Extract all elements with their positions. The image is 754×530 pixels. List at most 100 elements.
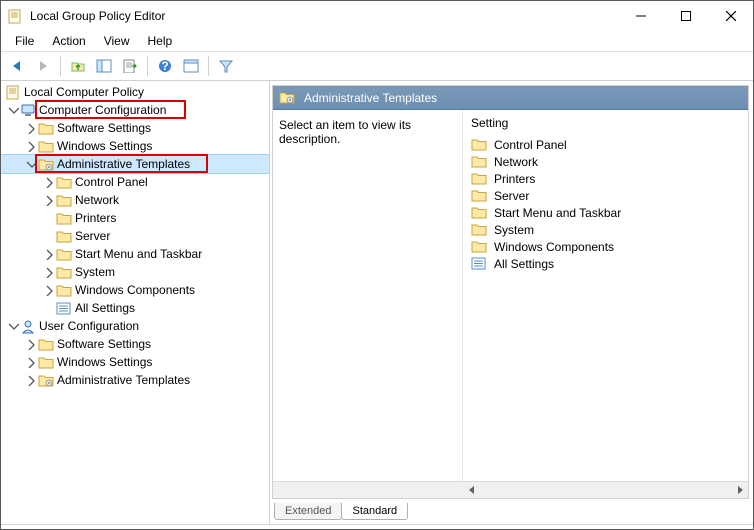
tree-label: Windows Components <box>75 283 195 297</box>
tree-label: Server <box>75 229 110 243</box>
forward-button[interactable] <box>31 54 55 78</box>
main-area: Local Computer Policy Computer Configura… <box>1 81 753 525</box>
back-button[interactable] <box>5 54 29 78</box>
show-hide-tree-button[interactable] <box>92 54 116 78</box>
folder-icon <box>56 175 72 189</box>
tree-uc-windows-settings[interactable]: Windows Settings <box>1 353 269 371</box>
tree-start-menu-taskbar[interactable]: Start Menu and Taskbar <box>1 245 269 263</box>
close-button[interactable] <box>708 2 753 31</box>
app-icon <box>7 9 23 23</box>
tree-label: Windows Settings <box>57 355 152 369</box>
expander-icon[interactable] <box>7 104 19 116</box>
properties-button[interactable] <box>179 54 203 78</box>
tree-label: System <box>75 265 115 279</box>
tree-system[interactable]: System <box>1 263 269 281</box>
list-item[interactable]: System <box>465 221 746 238</box>
tree-server[interactable]: Server <box>1 227 269 245</box>
window-title: Local Group Policy Editor <box>30 9 165 23</box>
tree-uc-software-settings[interactable]: Software Settings <box>1 335 269 353</box>
svg-text:?: ? <box>161 59 168 73</box>
up-button[interactable] <box>66 54 90 78</box>
tree-administrative-templates[interactable]: Administrative Templates <box>1 155 269 173</box>
content-title: Administrative Templates <box>304 91 437 105</box>
list-item[interactable]: Windows Components <box>465 238 746 255</box>
folder-icon <box>471 189 487 203</box>
list-icon <box>56 301 72 315</box>
description-column: Select an item to view its description. <box>273 110 463 481</box>
list-label: Windows Components <box>494 240 614 254</box>
settings-list[interactable]: Setting Control Panel Network Printers S… <box>463 110 748 481</box>
expander-icon[interactable] <box>25 374 37 386</box>
horizontal-scrollbar[interactable] <box>273 481 748 498</box>
expander-icon[interactable] <box>25 122 37 134</box>
tree-label: User Configuration <box>39 319 139 333</box>
maximize-button[interactable] <box>663 2 708 31</box>
expander-icon[interactable] <box>43 194 55 206</box>
tree-pane[interactable]: Local Computer Policy Computer Configura… <box>1 81 270 524</box>
tree-network[interactable]: Network <box>1 191 269 209</box>
expander-icon[interactable] <box>43 266 55 278</box>
expander-icon[interactable] <box>25 140 37 152</box>
folder-icon <box>38 121 54 135</box>
tab-standard[interactable]: Standard <box>341 503 408 520</box>
menubar: File Action View Help <box>1 31 753 51</box>
tab-extended[interactable]: Extended <box>274 503 342 520</box>
list-item[interactable]: Network <box>465 153 746 170</box>
description-text: Select an item to view its description. <box>279 118 456 146</box>
tree-label: Printers <box>75 211 116 225</box>
tree-label: Computer Configuration <box>39 103 166 117</box>
tree-label: Administrative Templates <box>57 157 190 171</box>
export-button[interactable] <box>118 54 142 78</box>
help-button[interactable]: ? <box>153 54 177 78</box>
expander-icon[interactable] <box>25 356 37 368</box>
user-icon <box>20 319 36 333</box>
right-pane: Administrative Templates Select an item … <box>270 81 753 524</box>
folder-icon <box>471 223 487 237</box>
expander-icon[interactable] <box>43 176 55 188</box>
minimize-button[interactable] <box>618 2 663 31</box>
titlebar: Local Group Policy Editor <box>1 1 753 31</box>
scroll-right-button[interactable] <box>731 482 748 499</box>
expander-icon[interactable] <box>7 320 19 332</box>
toolbar: ? <box>1 51 753 81</box>
tree-software-settings[interactable]: Software Settings <box>1 119 269 137</box>
expander-icon[interactable] <box>43 284 55 296</box>
tree-printers[interactable]: Printers <box>1 209 269 227</box>
tree-user-configuration[interactable]: User Configuration <box>1 317 269 335</box>
window-controls <box>618 2 753 31</box>
tree-all-settings[interactable]: All Settings <box>1 299 269 317</box>
toolbar-separator <box>208 56 209 76</box>
column-header-setting[interactable]: Setting <box>465 114 746 136</box>
folder-icon <box>56 193 72 207</box>
menu-help[interactable]: Help <box>140 32 181 50</box>
folder-icon <box>56 247 72 261</box>
list-label: All Settings <box>494 257 554 271</box>
list-label: Printers <box>494 172 535 186</box>
list-item[interactable]: Printers <box>465 170 746 187</box>
tree-control-panel[interactable]: Control Panel <box>1 173 269 191</box>
folder-icon <box>471 206 487 220</box>
tree-windows-components[interactable]: Windows Components <box>1 281 269 299</box>
list-item[interactable]: Start Menu and Taskbar <box>465 204 746 221</box>
list-item[interactable]: Server <box>465 187 746 204</box>
filter-button[interactable] <box>214 54 238 78</box>
menu-file[interactable]: File <box>7 32 42 50</box>
tree-computer-configuration[interactable]: Computer Configuration <box>1 101 269 119</box>
expander-icon[interactable] <box>43 248 55 260</box>
tree-root[interactable]: Local Computer Policy <box>1 83 269 101</box>
folder-icon <box>56 229 72 243</box>
list-item[interactable]: All Settings <box>465 255 746 272</box>
list-item[interactable]: Control Panel <box>465 136 746 153</box>
tree-label: Administrative Templates <box>57 373 190 387</box>
list-label: Network <box>494 155 538 169</box>
expander-icon[interactable] <box>25 338 37 350</box>
scroll-left-button[interactable] <box>463 482 480 499</box>
tree-uc-administrative-templates[interactable]: Administrative Templates <box>1 371 269 389</box>
folder-icon <box>471 155 487 169</box>
expander-icon[interactable] <box>25 158 37 170</box>
expander-placeholder <box>43 302 55 314</box>
menu-view[interactable]: View <box>96 32 138 50</box>
menu-action[interactable]: Action <box>44 32 93 50</box>
tree-label: Software Settings <box>57 337 151 351</box>
tree-windows-settings[interactable]: Windows Settings <box>1 137 269 155</box>
